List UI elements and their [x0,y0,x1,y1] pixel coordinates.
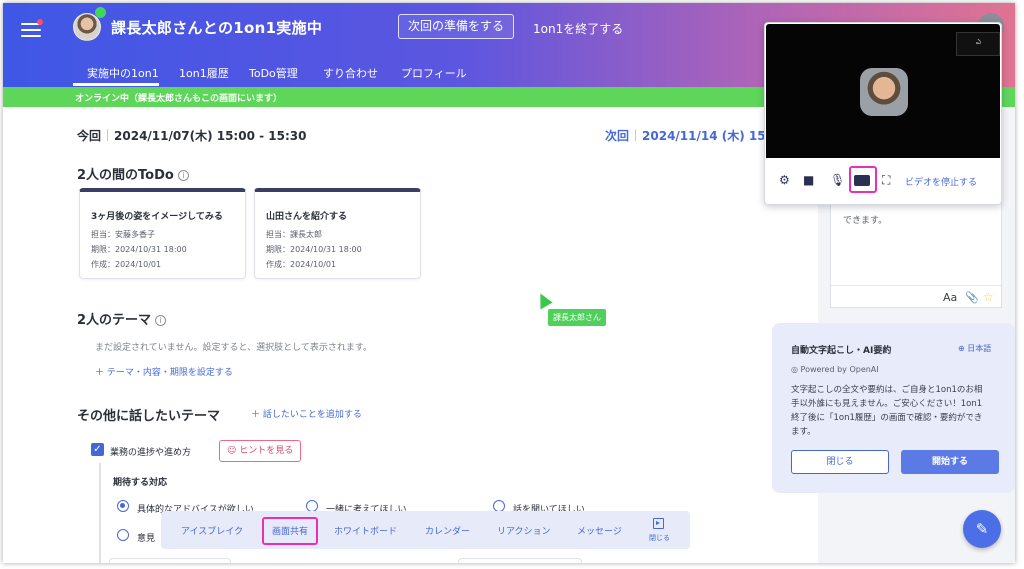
set-theme-link[interactable]: ＋ テーマ・内容・期限を設定する [95,365,233,378]
star-icon[interactable]: ☆ [983,290,994,304]
active-tab-underline [73,83,159,86]
ai-close-button[interactable]: 閉じる [791,450,889,474]
tab-profile[interactable]: プロフィール [401,65,467,81]
todo-assignee: 担当：課長太郎 [266,230,322,239]
openai-icon: ◎ [791,365,801,374]
camera-icon[interactable]: ■ [803,173,814,187]
toolbar-whiteboard[interactable]: ホワイトボード [334,524,397,537]
todo-created: 作成：2024/10/01 [91,260,162,269]
hint-label: ヒントを見る [239,446,294,456]
stop-video-button[interactable]: ビデオを停止する [905,175,977,188]
toolbar-close-label[interactable]: 閉じる [649,533,670,543]
info-icon[interactable]: i [155,315,167,326]
ai-body-line: 終了後に「1on1履歴」の画面で確認・要約ができ [791,413,983,423]
menu-icon[interactable] [21,23,41,39]
remote-cursor-label: 課長太郎さん [548,309,606,326]
radio-opinion[interactable] [117,529,129,541]
video-area: ఎ [766,24,1000,158]
screen-share-highlight [262,517,318,545]
ai-body-line: ます。 [791,427,816,437]
prepare-next-button[interactable]: 次回の準備をする [398,14,515,39]
current-date-row: 今回 2024/11/07(木) 15:00 - 15:30 [77,127,306,144]
radio-advice[interactable] [117,500,129,512]
todo-card[interactable]: 3ヶ月後の姿をイメージしてみる 担当：安藤多香子 期限：2024/10/31 1… [79,188,246,279]
toolbar-reaction[interactable]: リアクション [497,524,551,537]
todo-section-title: 2人の間のToDo i [77,164,189,183]
expect-label: 期待する対応 [113,478,168,488]
screen-share-icon[interactable] [854,175,870,186]
tab-current[interactable]: 実施中の1on1 [87,65,159,81]
theme-empty-text: まだ設定されていません。設定すると、選択肢として表示されます。 [95,343,372,353]
todo-due: 期限：2024/10/31 18:00 [91,245,187,254]
todo-card-title: 山田さんを紹介する [266,212,348,222]
text-format-icon[interactable]: Aa [943,291,957,304]
topic-checkbox[interactable]: ✓ [91,443,104,456]
info-icon[interactable]: i [177,170,189,181]
ai-body-line: 手以外誰にも見えません。ご安心ください！1on1 [791,399,983,409]
page-title: 課長太郎さんとの1on1実施中 [111,19,323,37]
next-date-row[interactable]: 次回 2024/11/14 (木) 15:00 [605,127,787,144]
notification-dot [37,19,43,25]
end-1on1-button[interactable]: 1on1を終了する [533,20,623,37]
tab-history[interactable]: 1on1履歴 [179,65,229,81]
fullscreen-icon[interactable]: ⛶ [882,173,890,188]
ai-body-line: 文字起こしの全文や要約は、ご自身と1on1のお相 [791,385,983,395]
current-date: 2024/11/07(木) 15:00 - 15:30 [114,129,307,143]
add-topic-link[interactable]: ＋ 話したいことを追加する [251,407,362,420]
gear-icon[interactable]: ⚙ [779,173,790,187]
hint-button[interactable]: ☺ ヒントを見る [219,440,302,462]
self-view[interactable]: ఎ [956,32,1000,56]
attach-icon[interactable]: 📎 [965,291,979,304]
todo-created: 作成：2024/10/01 [266,260,337,269]
online-indicator [95,7,106,18]
tab-todo[interactable]: ToDo管理 [249,65,298,81]
partner-video-avatar [860,68,908,116]
ai-transcription-popup: 自動文字起こし・AI要約 ⊕ 日本語 ◎ Powered by OpenAI 文… [772,323,1015,493]
app-window: 課長太郎さんとの1on1実施中 次回の準備をする 1on1を終了する 実施中の1… [3,3,1015,563]
video-pip[interactable]: ఎ ⚙ ■ 🎙 ⛶ ビデオを停止する [764,22,1002,205]
todo-due: 期限：2024/10/31 18:00 [266,245,362,254]
memo-text[interactable]: できます。 [843,213,887,226]
other-topics-title: その他に話したいテーマ [77,409,221,424]
next-label: 次回 [605,129,630,143]
remote-cursor-icon [533,290,553,310]
toolbar-close-icon[interactable] [653,518,664,529]
memo-divider [831,285,1001,286]
current-label: 今回 [77,129,102,143]
radio-opinion-label: 意見 [137,534,156,544]
todo-assignee: 担当：安藤多香子 [91,230,155,239]
todo-card-title: 3ヶ月後の姿をイメージしてみる [91,212,223,222]
tab-alignment[interactable]: すり合わせ [323,65,378,81]
powered-by: ◎ Powered by OpenAI [791,365,879,374]
microphone-icon[interactable]: 🎙 [830,173,845,187]
toolbar-message[interactable]: メッセージ [577,524,622,537]
input-box[interactable] [109,558,231,563]
ai-description: 文字起こしの全文や要約は、ご自身と1on1のお相 手以外誰にも見えません。ご安心… [791,383,1001,439]
globe-icon: ⊕ [958,344,968,353]
ai-start-button[interactable]: 開始する [901,450,999,474]
ai-magic-wand-icon[interactable]: ✎ [963,510,1001,548]
toolbar-calendar[interactable]: カレンダー [425,524,470,537]
memo-panel: できます。 Aa 📎 ☆ [830,198,1002,308]
input-box[interactable] [458,558,582,563]
hint-icon: ☺ [227,446,240,456]
theme-section-title: 2人のテーマ i [77,309,167,328]
bottom-toolbar: アイスブレイク 画面共有 ホワイトボード カレンダー リアクション メッセージ … [161,511,690,549]
todo-title-text: 2人の間のToDo [77,168,174,183]
online-status-text: オンライン中（課長太郎さんもこの画面にいます） [75,94,283,104]
todo-card[interactable]: 山田さんを紹介する 担当：課長太郎 期限：2024/10/31 18:00 作成… [254,188,421,279]
toolbar-icebreak[interactable]: アイスブレイク [181,524,243,537]
topic-divider [99,463,101,563]
ai-title: 自動文字起こし・AI要約 [791,346,892,356]
language-selector[interactable]: ⊕ 日本語 [958,343,991,354]
topic-label: 業務の進捗や進め方 [110,448,192,458]
theme-title-text: 2人のテーマ [77,313,152,328]
